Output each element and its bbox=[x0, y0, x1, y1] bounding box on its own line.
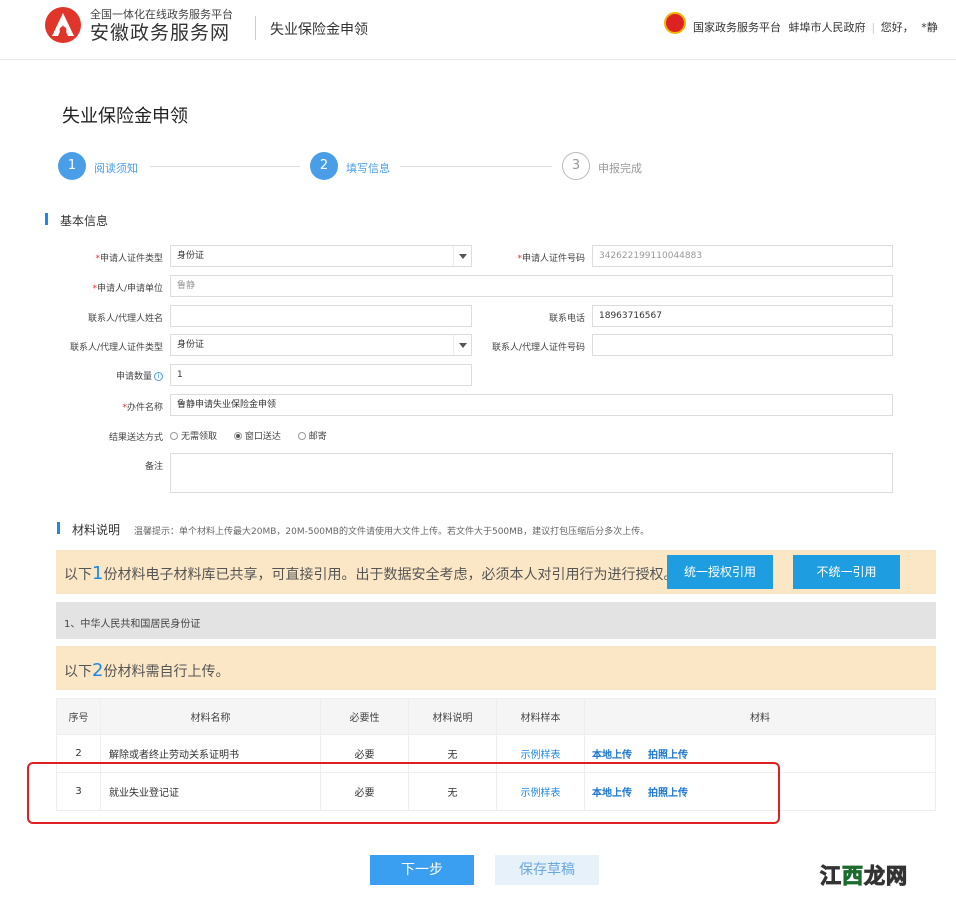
radio-window[interactable]: 窗口送达 bbox=[233, 432, 281, 442]
radio-no-pickup[interactable]: 无需领取 bbox=[170, 432, 217, 442]
step-connector bbox=[400, 166, 552, 167]
upload-tip: 温馨提示：单个材料上传最大20MB，20M-500MB的文件请使用大文件上传。若… bbox=[134, 527, 650, 537]
step-3-circle: 3 bbox=[562, 152, 590, 180]
info-icon[interactable]: i bbox=[154, 372, 163, 381]
save-draft-button[interactable]: 保存草稿 bbox=[495, 855, 599, 885]
col-header: 材料说明 bbox=[408, 698, 497, 735]
qty-label: 申请数量 i bbox=[116, 369, 163, 382]
case-name-label: *办件名称 bbox=[122, 403, 163, 413]
materials-title: 材料说明 bbox=[72, 523, 121, 537]
applicant-field[interactable]: 鲁静 bbox=[170, 275, 893, 297]
section-marker bbox=[57, 522, 60, 534]
local-upload-link[interactable]: 本地上传 bbox=[592, 750, 632, 761]
shared-item-bar[interactable]: 1、中华人民共和国居民身份证 bbox=[56, 602, 936, 639]
contact-id-type-label: 联系人/代理人证件类型 bbox=[69, 343, 163, 353]
contact-id-no-field[interactable] bbox=[592, 334, 893, 356]
contact-name-field[interactable] bbox=[170, 305, 472, 327]
top-header: 全国一体化在线政务服务平台 安徽政务服务网 失业保险金申领 国家政务服务平台 蚌… bbox=[0, 0, 956, 60]
header-sep: | bbox=[871, 21, 876, 34]
col-header: 材料样本 bbox=[496, 698, 585, 735]
delivery-label: 结果送达方式 bbox=[108, 433, 163, 443]
col-header: 材料 bbox=[584, 698, 936, 735]
header-page-name: 失业保险金申领 bbox=[270, 22, 368, 38]
id-type-select[interactable]: 身份证 bbox=[170, 245, 472, 267]
contact-name-label: 联系人/代理人姓名 bbox=[87, 314, 163, 324]
step-2-circle: 2 bbox=[310, 152, 338, 180]
radio-checked-icon bbox=[233, 432, 242, 440]
highlight-annotation bbox=[27, 762, 780, 824]
no-unified-button[interactable]: 不统一引用 bbox=[793, 555, 900, 589]
table-header-row: 序号 材料名称 必要性 材料说明 材料样本 材料 bbox=[56, 698, 936, 735]
link-national-platform[interactable]: 国家政务服务平台 bbox=[693, 21, 781, 34]
national-emblem-icon bbox=[664, 12, 686, 34]
delivery-radio-group: 无需领取 窗口送达 邮寄 bbox=[170, 429, 341, 442]
self-upload-text: 以下2份材料需自行上传。 bbox=[64, 660, 230, 681]
section-marker bbox=[45, 213, 48, 225]
greeting: 您好， bbox=[880, 21, 914, 34]
id-no-label: *申请人证件号码 bbox=[517, 254, 585, 264]
photo-upload-link[interactable]: 拍照上传 bbox=[648, 750, 688, 761]
phone-label: 联系电话 bbox=[548, 314, 585, 324]
col-header: 材料名称 bbox=[100, 698, 321, 735]
sample-link[interactable]: 示例样表 bbox=[521, 750, 561, 761]
remark-textarea[interactable] bbox=[170, 453, 893, 493]
phone-field[interactable]: 18963716567 bbox=[592, 305, 893, 327]
site-name[interactable]: 安徽政务服务网 bbox=[90, 18, 230, 45]
qty-field[interactable]: 1 bbox=[170, 364, 472, 386]
radio-icon bbox=[170, 432, 178, 440]
header-user-area: 国家政务服务平台 蚌埠市人民政府 | 您好， *静 bbox=[693, 19, 942, 35]
radio-icon bbox=[297, 432, 306, 440]
header-divider bbox=[255, 16, 256, 40]
contact-id-no-label: 联系人/代理人证件号码 bbox=[491, 343, 585, 353]
step-connector bbox=[150, 166, 300, 167]
site-logo-icon[interactable] bbox=[44, 6, 82, 44]
link-bengbu-gov[interactable]: 蚌埠市人民政府 bbox=[789, 21, 866, 34]
step-3-label: 申报完成 bbox=[598, 162, 642, 175]
watermark-logo: 江西龙网 bbox=[820, 864, 908, 889]
contact-id-type-select[interactable]: 身份证 bbox=[170, 334, 472, 356]
shared-notice-text: 以下1份材料电子材料库已共享，可直接引用。出于数据安全考虑，必须本人对引用行为进… bbox=[64, 563, 678, 584]
self-upload-notice: 以下2份材料需自行上传。 bbox=[56, 646, 936, 690]
user-name[interactable]: *静 bbox=[921, 21, 938, 34]
next-step-button[interactable]: 下一步 bbox=[370, 855, 474, 885]
col-header: 序号 bbox=[56, 698, 101, 735]
step-2-label: 填写信息 bbox=[346, 162, 390, 175]
unified-auth-button[interactable]: 统一授权引用 bbox=[667, 555, 773, 589]
applicant-label: *申请人/申请单位 bbox=[92, 284, 163, 294]
id-no-field[interactable]: 342622199110044883 bbox=[592, 245, 893, 267]
step-1-circle: 1 bbox=[58, 152, 86, 180]
page-title: 失业保险金申领 bbox=[62, 106, 188, 127]
chevron-down-icon bbox=[453, 246, 471, 266]
shared-item-label: 1、中华人民共和国居民身份证 bbox=[64, 619, 201, 630]
col-header: 必要性 bbox=[320, 698, 409, 735]
step-1-label: 阅读须知 bbox=[94, 162, 138, 175]
remark-label: 备注 bbox=[144, 462, 163, 472]
chevron-down-icon bbox=[453, 335, 471, 355]
radio-mail[interactable]: 邮寄 bbox=[297, 432, 327, 442]
id-type-label: *申请人证件类型 bbox=[95, 254, 163, 264]
case-name-field[interactable]: 鲁静申请失业保险金申领 bbox=[170, 394, 893, 416]
basic-info-title: 基本信息 bbox=[60, 214, 109, 228]
